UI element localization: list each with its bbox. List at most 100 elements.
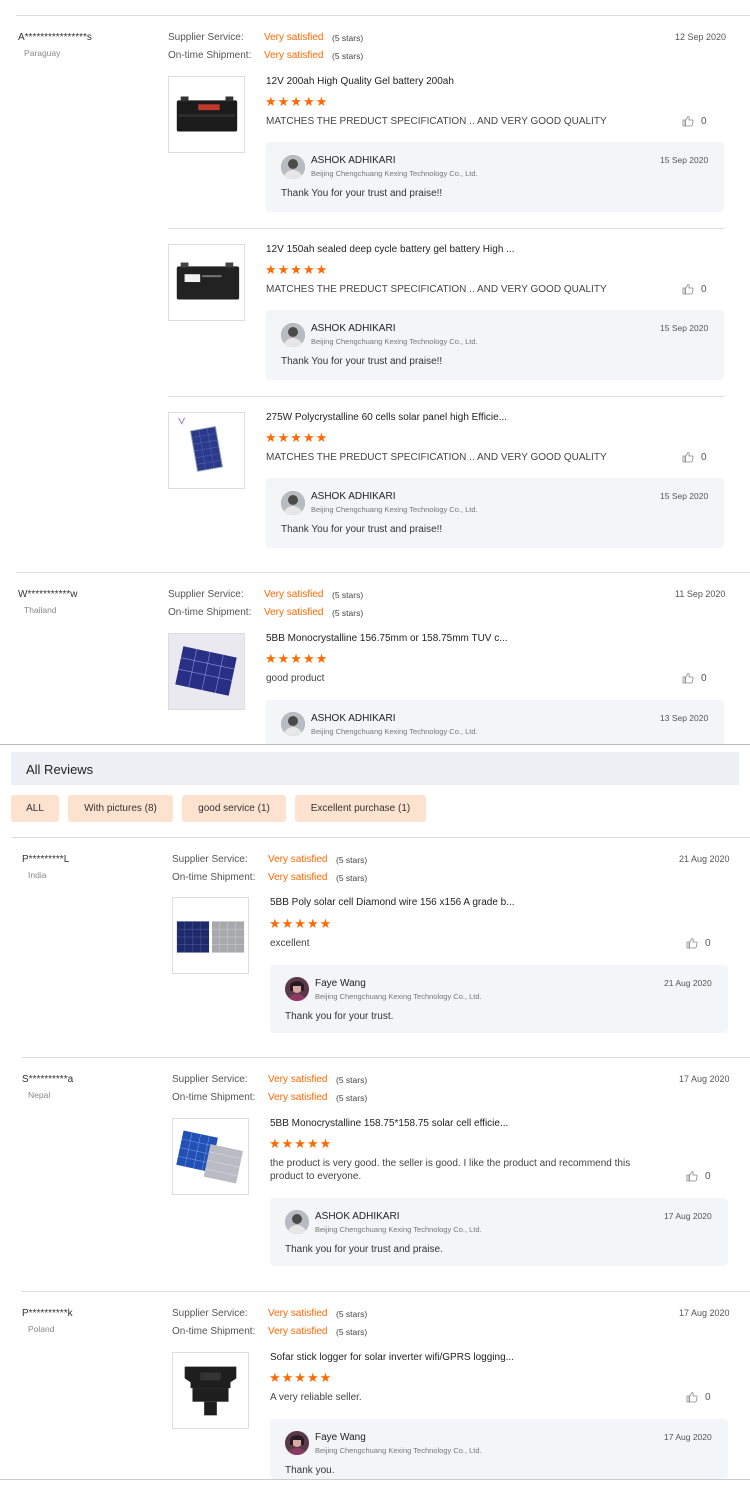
review-text: MATCHES THE PREDUCT SPECIFICATION .. AND… xyxy=(266,452,607,463)
avatar-icon xyxy=(281,155,305,179)
like-count: 0 xyxy=(705,1170,711,1182)
reply-company: Beijing Chengchuang Kexing Technology Co… xyxy=(315,1446,482,1455)
reply-company: Beijing Chengchuang Kexing Technology Co… xyxy=(315,992,482,1001)
reply-message: Thank You for your trust and praise!! xyxy=(281,188,443,199)
supplier-service-label: Supplier Service: xyxy=(172,1074,248,1085)
divider xyxy=(0,744,750,745)
supplier-service-stars: (5 stars) xyxy=(332,33,364,43)
supplier-service-stars: (5 stars) xyxy=(336,1309,368,1319)
divider xyxy=(16,572,750,573)
ontime-shipment-label: On-time Shipment: xyxy=(172,1092,256,1103)
buyer-country: Paraguay xyxy=(24,48,61,58)
filter-all[interactable]: ALL xyxy=(11,795,59,822)
reply-date: 21 Aug 2020 xyxy=(664,978,712,988)
product-title[interactable]: 5BB Poly solar cell Diamond wire 156 x15… xyxy=(270,897,515,908)
ontime-shipment-stars: (5 stars) xyxy=(336,873,368,883)
review-date: 21 Aug 2020 xyxy=(679,854,730,864)
reply-date: 15 Sep 2020 xyxy=(660,155,709,165)
ontime-shipment-value: Very satisfied xyxy=(268,1092,328,1103)
rating-stars: ★★★★★ xyxy=(265,262,329,277)
thumbs-up-icon xyxy=(682,116,694,127)
product-thumbnail[interactable] xyxy=(168,412,245,489)
supplier-reply: ASHOK ADHIKARI Beijing Chengchuang Kexin… xyxy=(266,700,724,744)
rating-stars: ★★★★★ xyxy=(265,94,329,109)
divider xyxy=(16,15,750,16)
product-thumbnail[interactable] xyxy=(172,1352,249,1429)
thumbs-up-icon xyxy=(682,452,694,463)
supplier-service-label: Supplier Service: xyxy=(168,32,244,43)
review-text-line-1: the product is very good. the seller is … xyxy=(270,1158,631,1169)
filter-with-pictures[interactable]: With pictures (8) xyxy=(68,795,173,822)
buyer-name: W***********w xyxy=(18,589,78,600)
reply-company: Beijing Chengchuang Kexing Technology Co… xyxy=(311,337,478,346)
like-count: 0 xyxy=(705,1391,711,1403)
rating-stars: ★★★★★ xyxy=(265,430,329,445)
reply-name: ASHOK ADHIKARI xyxy=(311,491,396,502)
divider xyxy=(22,1291,750,1292)
review-date: 17 Aug 2020 xyxy=(679,1308,730,1318)
reply-message: Thank you for your trust and praise. xyxy=(285,1244,443,1255)
ontime-shipment-stars: (5 stars) xyxy=(332,608,364,618)
avatar-icon xyxy=(281,491,305,515)
like-count: 0 xyxy=(705,937,711,949)
product-thumbnail[interactable] xyxy=(168,76,245,153)
review-date: 17 Aug 2020 xyxy=(679,1074,730,1084)
buyer-name: A****************s xyxy=(18,32,92,43)
thumbs-up-icon xyxy=(686,938,698,949)
ontime-shipment-label: On-time Shipment: xyxy=(172,1326,256,1337)
ontime-shipment-stars: (5 stars) xyxy=(336,1327,368,1337)
review-text-line-2: product to everyone. xyxy=(270,1171,362,1182)
like-button[interactable]: 0 xyxy=(682,115,707,127)
divider xyxy=(0,1479,750,1480)
reply-message: Thank You for your trust and praise!! xyxy=(281,524,443,535)
product-title[interactable]: 12V 150ah sealed deep cycle battery gel … xyxy=(266,244,515,255)
ontime-shipment-value: Very satisfied xyxy=(268,872,328,883)
product-thumbnail[interactable] xyxy=(168,244,245,321)
product-thumbnail[interactable] xyxy=(172,1118,249,1195)
avatar-icon xyxy=(281,323,305,347)
reply-message: Thank you. xyxy=(285,1465,335,1476)
like-button[interactable]: 0 xyxy=(686,1170,711,1182)
reply-name: ASHOK ADHIKARI xyxy=(315,1211,400,1222)
filter-good-service[interactable]: good service (1) xyxy=(182,795,286,822)
like-button[interactable]: 0 xyxy=(682,451,707,463)
like-count: 0 xyxy=(701,672,707,684)
like-count: 0 xyxy=(701,283,707,295)
reply-date: 17 Aug 2020 xyxy=(664,1432,712,1442)
supplier-service-label: Supplier Service: xyxy=(168,589,244,600)
divider xyxy=(168,396,724,397)
product-title[interactable]: 275W Polycrystalline 60 cells solar pane… xyxy=(266,412,507,423)
like-button[interactable]: 0 xyxy=(686,937,711,949)
reply-company: Beijing Chengchuang Kexing Technology Co… xyxy=(311,727,478,736)
product-thumbnail[interactable] xyxy=(172,897,249,974)
reply-company: Beijing Chengchuang Kexing Technology Co… xyxy=(311,169,478,178)
filter-excellent-purchase[interactable]: Excellent purchase (1) xyxy=(295,795,426,822)
supplier-service-stars: (5 stars) xyxy=(336,1075,368,1085)
product-title[interactable]: 12V 200ah High Quality Gel battery 200ah xyxy=(266,76,454,87)
product-thumbnail[interactable] xyxy=(168,633,245,710)
rating-stars: ★★★★★ xyxy=(265,651,329,666)
supplier-reply: ASHOK ADHIKARI Beijing Chengchuang Kexin… xyxy=(270,1198,728,1266)
buyer-country: India xyxy=(28,870,47,880)
avatar-icon xyxy=(285,1431,309,1455)
like-button[interactable]: 0 xyxy=(682,672,707,684)
buyer-name: P*********L xyxy=(22,854,70,865)
product-title[interactable]: Sofar stick logger for solar inverter wi… xyxy=(270,1352,514,1363)
like-button[interactable]: 0 xyxy=(682,283,707,295)
reply-name: ASHOK ADHIKARI xyxy=(311,713,396,724)
product-title[interactable]: 5BB Monocrystalline 156.75mm or 158.75mm… xyxy=(266,633,508,644)
supplier-service-label: Supplier Service: xyxy=(172,1308,248,1319)
avatar-icon xyxy=(281,712,305,736)
reply-name: Faye Wang xyxy=(315,1432,366,1443)
thumbs-up-icon xyxy=(682,284,694,295)
like-button[interactable]: 0 xyxy=(686,1391,711,1403)
thumbs-up-icon xyxy=(686,1171,698,1182)
product-title[interactable]: 5BB Monocrystalline 158.75*158.75 solar … xyxy=(270,1118,508,1129)
ontime-shipment-label: On-time Shipment: xyxy=(168,607,252,618)
reply-name: Faye Wang xyxy=(315,978,366,989)
supplier-service-value: Very satisfied xyxy=(264,32,324,43)
supplier-service-value: Very satisfied xyxy=(264,589,324,600)
like-count: 0 xyxy=(701,451,707,463)
reply-date: 15 Sep 2020 xyxy=(660,323,709,333)
reply-company: Beijing Chengchuang Kexing Technology Co… xyxy=(315,1225,482,1234)
